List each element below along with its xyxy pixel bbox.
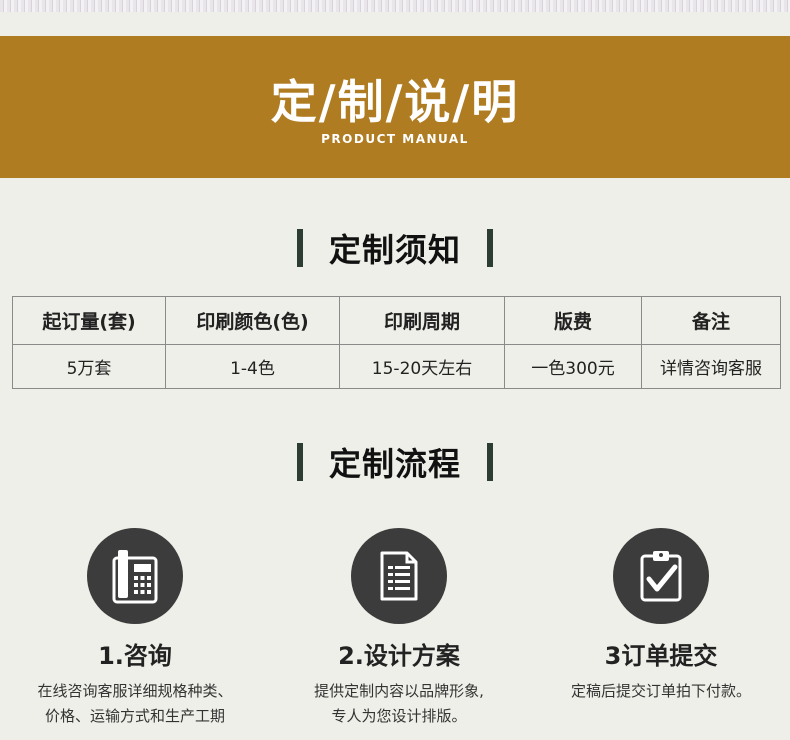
banner-title: 定/制/说/明 — [270, 75, 520, 129]
header-cell-plate-fee: 版费 — [504, 296, 642, 345]
step-title: 3订单提交 — [604, 642, 718, 670]
step-icon-circle — [351, 528, 447, 624]
banner-subtitle: PRODUCT MANUAL — [321, 132, 469, 146]
cell-colors: 1-4色 — [165, 344, 340, 389]
step-consult: 1.咨询 在线咨询客服详细规格种类、 价格、运输方式和生产工期 — [5, 528, 265, 729]
step-description-line: 提供定制内容以品牌形象, — [314, 682, 484, 700]
title-bar-left — [296, 229, 303, 267]
step-description-line: 专人为您设计排版。 — [331, 707, 467, 725]
title-bar-left — [296, 443, 303, 481]
step-design: 2.设计方案 提供定制内容以品牌形象, 专人为您设计排版。 — [269, 528, 529, 729]
cell-moq: 5万套 — [12, 344, 166, 389]
phone-icon — [112, 550, 158, 604]
step-description: 提供定制内容以品牌形象, 专人为您设计排版。 — [269, 679, 529, 729]
process-title: 定制流程 — [328, 445, 461, 483]
header-cell-moq: 起订量(套) — [12, 296, 166, 345]
step-order: 3订单提交 定稿后提交订单拍下付款。 — [531, 528, 790, 704]
cell-cycle: 15-20天左右 — [339, 344, 505, 389]
step-title: 1.咨询 — [98, 642, 172, 670]
step-description-line: 在线咨询客服详细规格种类、 — [37, 682, 233, 700]
cell-plate-fee: 一色300元 — [504, 344, 642, 389]
decorative-top-strip — [0, 0, 790, 12]
clipboard-check-icon — [640, 551, 682, 602]
title-bar-right — [487, 443, 493, 481]
title-bar-right — [487, 229, 493, 267]
notice-section-title: 定制须知 — [0, 228, 790, 269]
notice-title: 定制须知 — [328, 231, 461, 269]
header-banner: 定/制/说/明 PRODUCT MANUAL — [0, 36, 790, 178]
header-cell-cycle: 印刷周期 — [339, 296, 505, 345]
cell-remarks: 详情咨询客服 — [641, 344, 781, 389]
step-description: 定稿后提交订单拍下付款。 — [531, 679, 790, 704]
table-header-row: 起订量(套) 印刷颜色(色) 印刷周期 版费 备注 — [12, 296, 781, 345]
step-description-line: 定稿后提交订单拍下付款。 — [570, 682, 751, 700]
document-icon — [380, 551, 418, 601]
header-cell-colors: 印刷颜色(色) — [165, 296, 340, 345]
spec-table: 起订量(套) 印刷颜色(色) 印刷周期 版费 备注 5万套 1-4色 15-20… — [12, 296, 781, 389]
step-icon-circle — [613, 528, 709, 624]
table-row: 5万套 1-4色 15-20天左右 一色300元 详情咨询客服 — [12, 344, 781, 389]
process-section-title: 定制流程 — [0, 442, 790, 483]
header-cell-remarks: 备注 — [641, 296, 781, 345]
step-icon-circle — [87, 528, 183, 624]
step-description: 在线咨询客服详细规格种类、 价格、运输方式和生产工期 — [5, 679, 265, 729]
step-description-line: 价格、运输方式和生产工期 — [44, 707, 225, 725]
process-steps: 1.咨询 在线咨询客服详细规格种类、 价格、运输方式和生产工期 2.设计方案 提… — [0, 528, 790, 740]
step-title: 2.设计方案 — [338, 642, 460, 670]
